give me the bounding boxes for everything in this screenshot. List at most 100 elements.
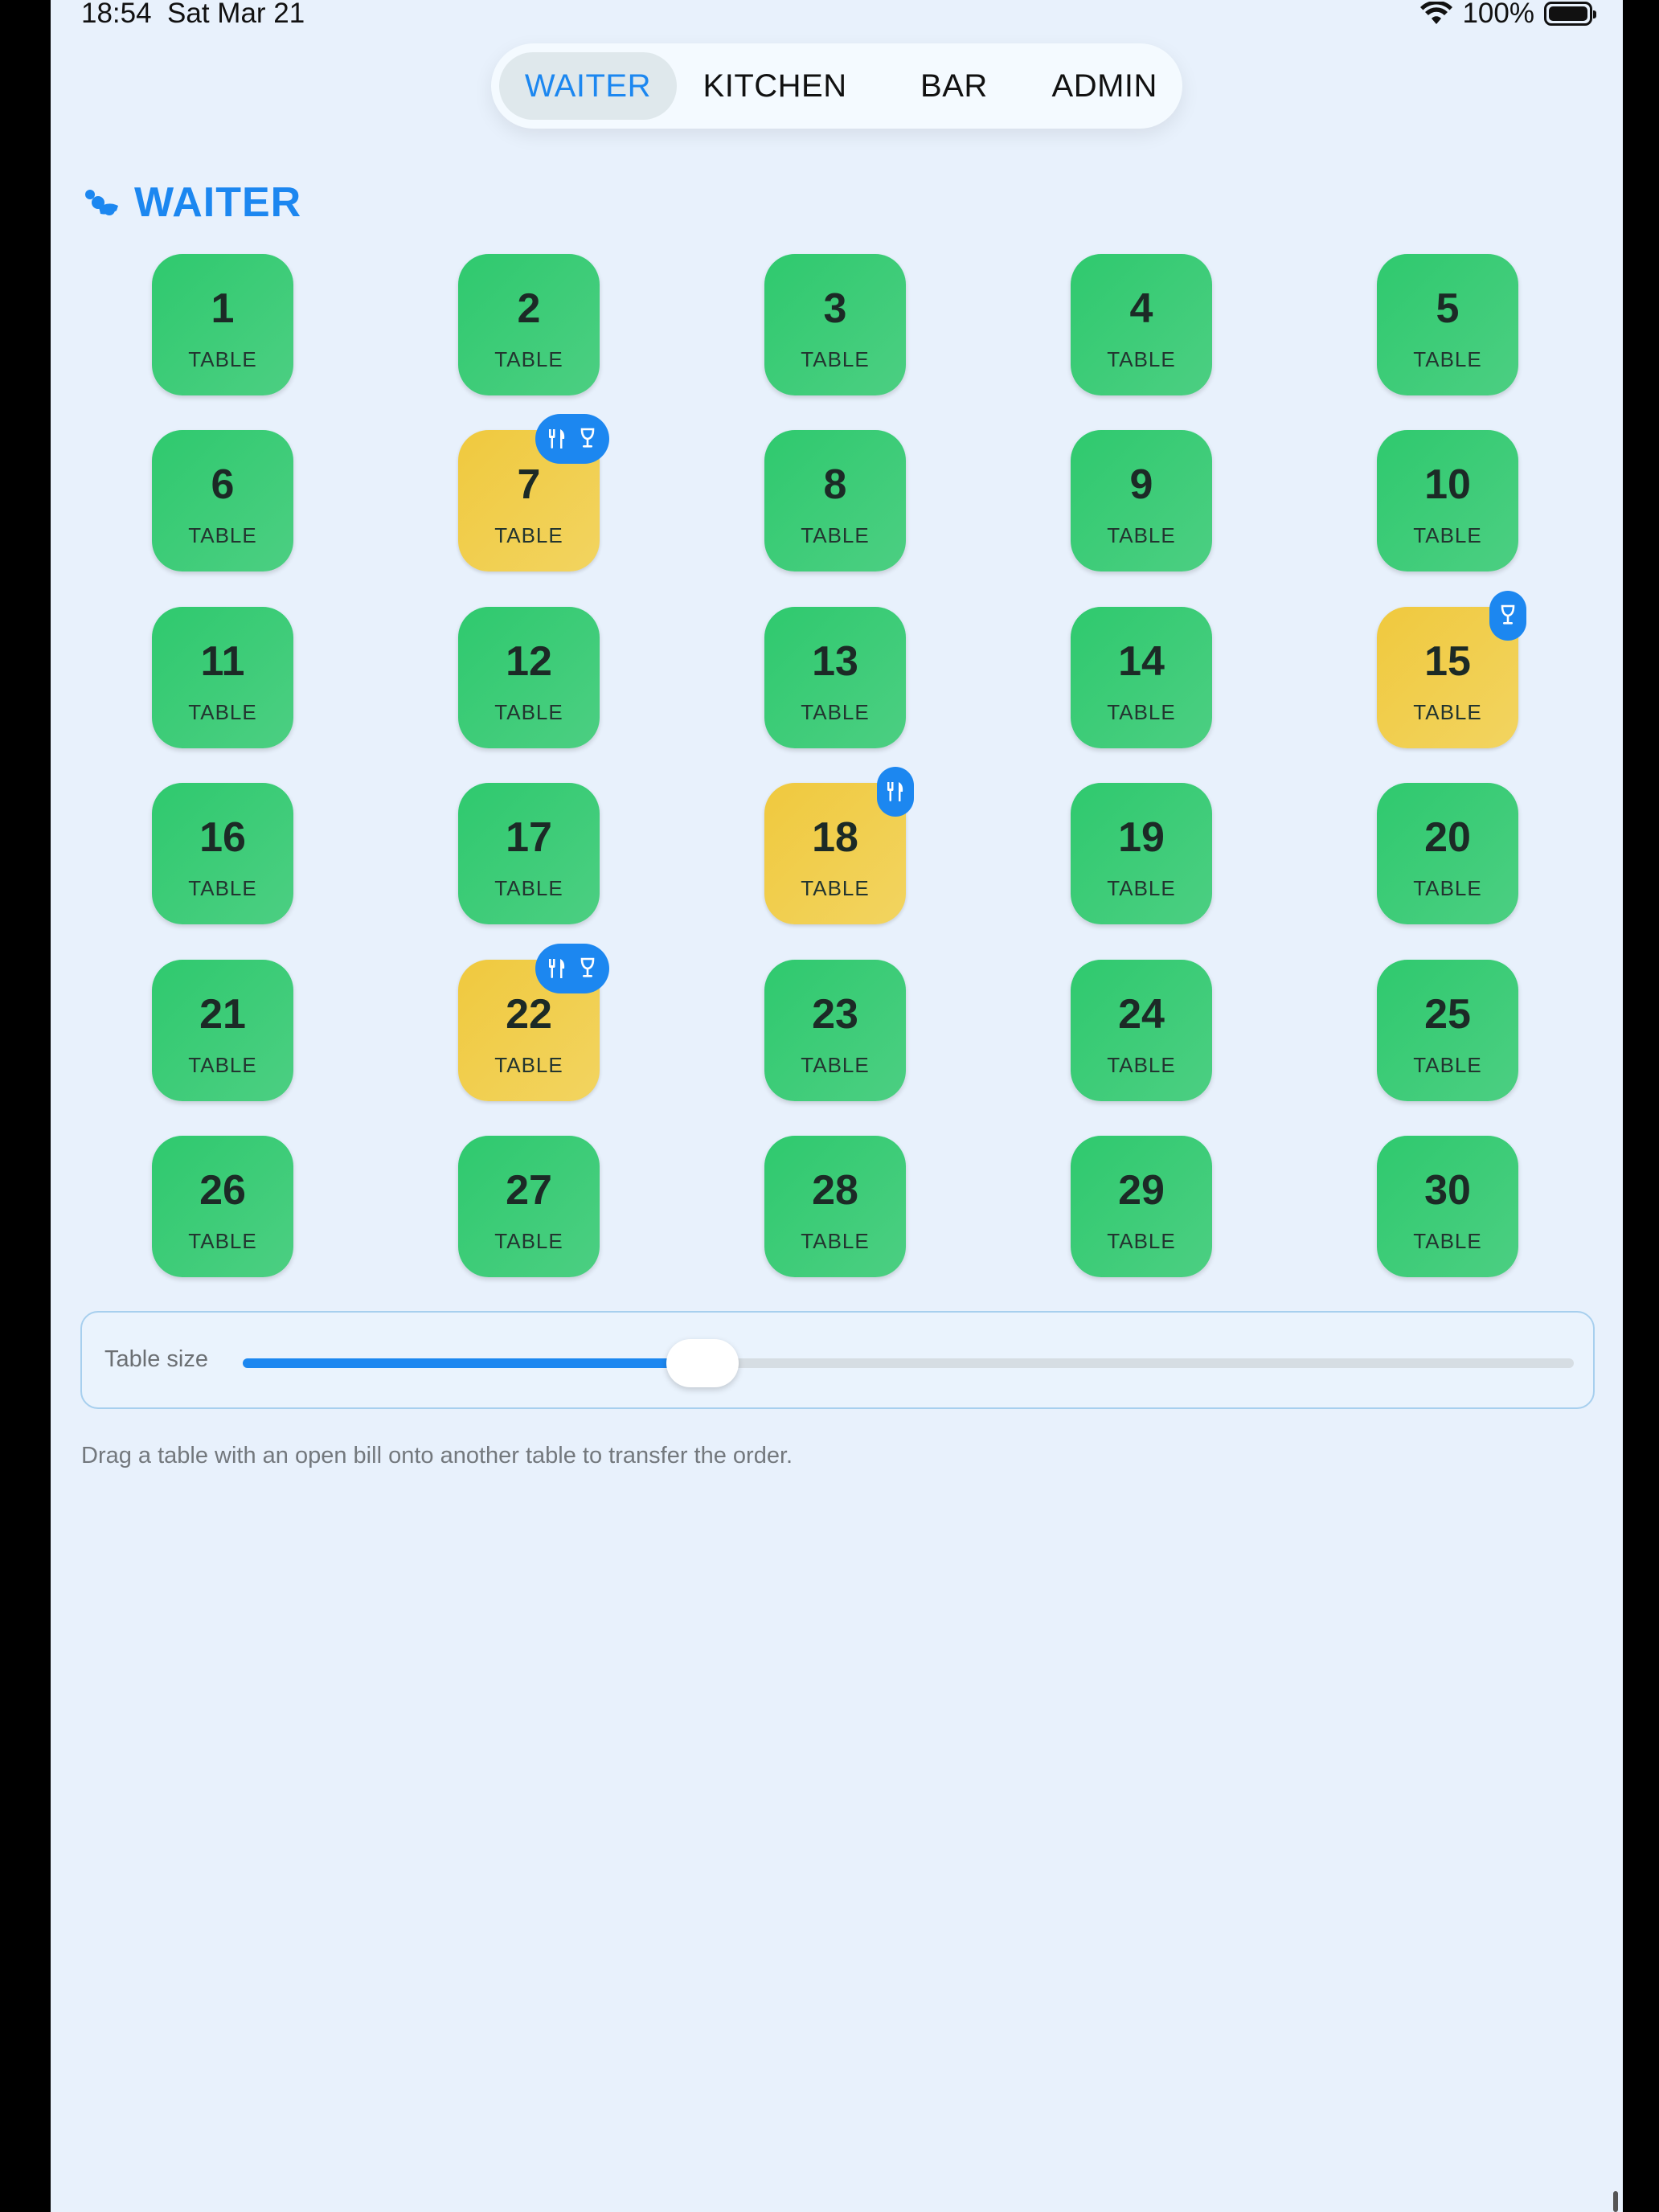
food-icon xyxy=(549,959,565,978)
table-number: 30 xyxy=(1424,1166,1471,1214)
table-number: 29 xyxy=(1118,1166,1165,1214)
food-icon xyxy=(887,782,903,801)
table-8[interactable]: 8 TABLE xyxy=(764,430,906,571)
table-size-control: Table size xyxy=(80,1311,1595,1409)
table-label: TABLE xyxy=(1413,699,1482,724)
order-badge xyxy=(535,414,609,464)
table-16[interactable]: 16 TABLE xyxy=(152,783,293,924)
table-5[interactable]: 5 TABLE xyxy=(1377,254,1518,395)
table-number: 23 xyxy=(812,990,858,1038)
table-number: 4 xyxy=(1129,285,1153,332)
table-9[interactable]: 9 TABLE xyxy=(1071,430,1212,571)
table-label: TABLE xyxy=(1107,875,1176,900)
table-label: TABLE xyxy=(1107,346,1176,371)
table-label: TABLE xyxy=(494,875,563,900)
table-number: 17 xyxy=(506,813,552,861)
table-26[interactable]: 26 TABLE xyxy=(152,1136,293,1277)
table-25[interactable]: 25 TABLE xyxy=(1377,960,1518,1101)
table-label: TABLE xyxy=(188,875,257,900)
table-label: TABLE xyxy=(1413,875,1482,900)
order-badge xyxy=(877,767,914,817)
table-label: TABLE xyxy=(1107,1228,1176,1253)
slider-fill xyxy=(243,1358,696,1368)
table-30[interactable]: 30 TABLE xyxy=(1377,1136,1518,1277)
table-label: TABLE xyxy=(494,346,563,371)
table-number: 16 xyxy=(199,813,246,861)
table-label: TABLE xyxy=(801,1052,870,1077)
table-number: 25 xyxy=(1424,990,1471,1038)
table-17[interactable]: 17 TABLE xyxy=(458,783,600,924)
table-label: TABLE xyxy=(1107,1052,1176,1077)
table-label: TABLE xyxy=(494,699,563,724)
table-label: TABLE xyxy=(801,699,870,724)
table-15[interactable]: 15 TABLE xyxy=(1377,591,1526,748)
table-label: TABLE xyxy=(494,1228,563,1253)
table-19[interactable]: 19 TABLE xyxy=(1071,783,1212,924)
table-7[interactable]: 7 TABLE xyxy=(458,414,609,571)
tables-grid: 1 TABLE 2 TABLE 3 TABLE 4 TABLE 5 TABLE 6 TABLE 7 TAB… xyxy=(51,0,1623,1286)
table-number: 13 xyxy=(812,637,858,685)
table-label: TABLE xyxy=(1413,1228,1482,1253)
transfer-hint: Drag a table with an open bill onto anot… xyxy=(81,1443,793,1469)
table-22[interactable]: 22 TABLE xyxy=(458,944,609,1101)
table-number: 14 xyxy=(1118,637,1165,685)
table-2[interactable]: 2 TABLE xyxy=(458,254,600,395)
table-3[interactable]: 3 TABLE xyxy=(764,254,906,395)
table-label: TABLE xyxy=(188,1228,257,1253)
app-screen: 18:54 Sat Mar 21 100% WAITER KITCHEN BAR AD… xyxy=(51,0,1623,2212)
table-number: 20 xyxy=(1424,813,1471,861)
table-4[interactable]: 4 TABLE xyxy=(1071,254,1212,395)
table-size-slider[interactable] xyxy=(243,1339,1574,1387)
drink-icon xyxy=(580,428,595,448)
order-badge xyxy=(1489,591,1526,641)
table-13[interactable]: 13 TABLE xyxy=(764,607,906,748)
table-number: 11 xyxy=(200,637,245,685)
table-20[interactable]: 20 TABLE xyxy=(1377,783,1518,924)
table-label: TABLE xyxy=(494,1052,563,1077)
table-27[interactable]: 27 TABLE xyxy=(458,1136,600,1277)
table-11[interactable]: 11 TABLE xyxy=(152,607,293,748)
table-10[interactable]: 10 TABLE xyxy=(1377,430,1518,571)
table-label: TABLE xyxy=(1413,346,1482,371)
table-label: TABLE xyxy=(1413,522,1482,547)
table-label: TABLE xyxy=(801,875,870,900)
table-1[interactable]: 1 TABLE xyxy=(152,254,293,395)
table-size-label: Table size xyxy=(104,1346,208,1372)
table-14[interactable]: 14 TABLE xyxy=(1071,607,1212,748)
table-number: 3 xyxy=(823,285,847,332)
table-label: TABLE xyxy=(801,522,870,547)
table-number: 5 xyxy=(1436,285,1460,332)
table-number: 9 xyxy=(1129,461,1153,508)
drink-icon xyxy=(1501,604,1515,625)
table-21[interactable]: 21 TABLE xyxy=(152,960,293,1101)
table-23[interactable]: 23 TABLE xyxy=(764,960,906,1101)
order-badge xyxy=(535,944,609,993)
slider-thumb[interactable] xyxy=(666,1339,739,1387)
table-29[interactable]: 29 TABLE xyxy=(1071,1136,1212,1277)
table-number: 28 xyxy=(812,1166,858,1214)
table-18[interactable]: 18 TABLE xyxy=(764,767,914,924)
table-label: TABLE xyxy=(801,1228,870,1253)
table-number: 24 xyxy=(1118,990,1165,1038)
table-28[interactable]: 28 TABLE xyxy=(764,1136,906,1277)
table-label: TABLE xyxy=(188,699,257,724)
drink-icon xyxy=(580,957,595,977)
table-number: 21 xyxy=(199,990,246,1038)
table-number: 10 xyxy=(1424,461,1471,508)
table-label: TABLE xyxy=(1107,699,1176,724)
table-number: 15 xyxy=(1424,637,1471,685)
table-label: TABLE xyxy=(188,522,257,547)
table-12[interactable]: 12 TABLE xyxy=(458,607,600,748)
table-label: TABLE xyxy=(188,346,257,371)
table-number: 19 xyxy=(1118,813,1165,861)
table-label: TABLE xyxy=(1107,522,1176,547)
table-number: 1 xyxy=(211,285,235,332)
table-label: TABLE xyxy=(188,1052,257,1077)
table-number: 2 xyxy=(517,285,541,332)
table-24[interactable]: 24 TABLE xyxy=(1071,960,1212,1101)
table-6[interactable]: 6 TABLE xyxy=(152,430,293,571)
table-label: TABLE xyxy=(801,346,870,371)
table-number: 18 xyxy=(812,813,858,861)
home-indicator xyxy=(1613,2191,1618,2212)
table-number: 8 xyxy=(823,461,847,508)
